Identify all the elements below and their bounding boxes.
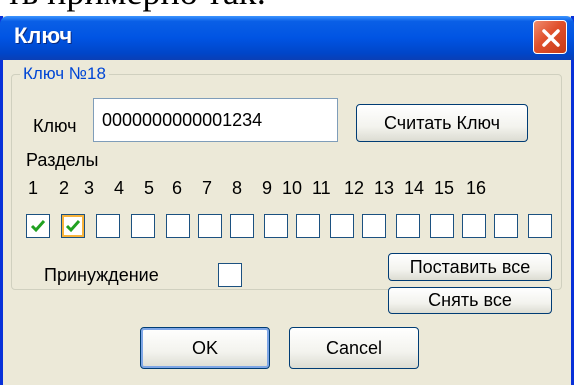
clear-all-button[interactable]: Снять все [388,287,552,314]
window-title: Ключ [14,23,73,48]
section-checkbox-15[interactable] [494,214,518,238]
section-checkbox-13[interactable] [430,214,454,238]
section-checkbox-10[interactable] [330,214,354,238]
section-number: 5 [144,178,155,198]
coercion-label: Принуждение [44,265,159,285]
section-number: 16 [466,178,487,198]
key-input[interactable]: 0000000000001234 [93,98,338,142]
key-label: Ключ [33,116,77,136]
section-numbers: 1 2 3 4 5 6 7 8 9 10 11 12 13 14 15 16 [26,178,566,202]
ok-button[interactable]: OK [140,327,270,369]
sections-label: Разделы [26,150,99,170]
section-number: 2 [59,178,70,198]
title-bar[interactable]: Ключ [0,16,574,60]
close-button[interactable] [533,20,567,54]
set-all-button[interactable]: Поставить все [388,253,552,281]
section-number: 3 [84,178,95,198]
section-checkbox-5[interactable] [166,214,190,238]
coercion-checkbox[interactable] [218,263,242,287]
cancel-button[interactable]: Cancel [289,327,419,369]
section-checkbox-3[interactable] [96,214,120,238]
section-number: 12 [344,178,365,198]
section-number: 1 [28,178,39,198]
section-number: 4 [114,178,125,198]
section-checkbox-12[interactable] [396,214,420,238]
section-number: 13 [374,178,395,198]
group-label: Ключ №18 [20,64,109,84]
section-number: 6 [172,178,183,198]
section-checkbox-2[interactable] [61,214,85,238]
section-number: 10 [282,178,303,198]
section-number: 15 [434,178,455,198]
section-number: 7 [202,178,213,198]
section-checkbox-14[interactable] [462,214,486,238]
section-checkbox-16[interactable] [528,214,552,238]
section-number: 9 [262,178,273,198]
section-number: 11 [312,178,331,198]
section-checkbox-11[interactable] [362,214,386,238]
section-checkbox-7[interactable] [230,214,254,238]
section-checkbox-9[interactable] [296,214,320,238]
section-checkbox-4[interactable] [131,214,155,238]
section-number: 8 [232,178,243,198]
checkmark-icon [30,220,46,233]
section-checkbox-8[interactable] [264,214,288,238]
section-checkbox-1[interactable] [26,214,50,238]
background-text: ть примерно так: [0,0,574,14]
checkmark-icon [65,220,81,233]
section-number: 14 [404,178,425,198]
read-key-button[interactable]: Считать Ключ [356,104,528,142]
section-checkbox-6[interactable] [198,214,222,238]
close-icon [542,29,560,47]
